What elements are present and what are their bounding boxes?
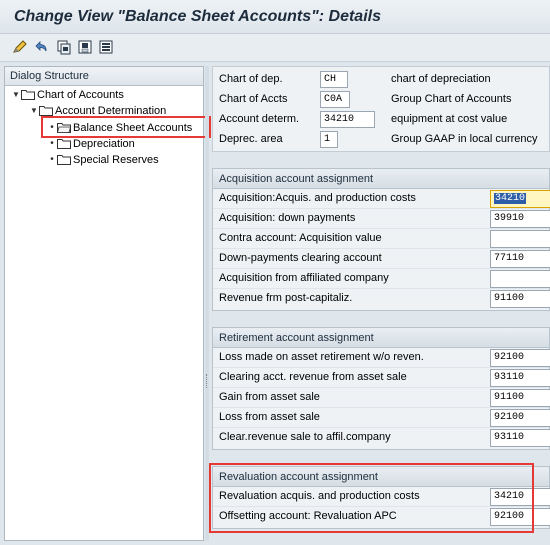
- dialog-structure-panel: Dialog Structure ▼ Chart of Accounts ▼ A…: [4, 66, 211, 541]
- group-title: Acquisition account assignment: [213, 169, 549, 189]
- bullet-icon: •: [50, 138, 54, 149]
- bullet-icon: •: [50, 122, 54, 133]
- splitter-grip[interactable]: [206, 374, 208, 388]
- window-title: Change View "Balance Sheet Accounts": De…: [14, 8, 381, 25]
- loss-asset-sale-input[interactable]: 92100: [490, 409, 550, 427]
- title-bar: Change View "Balance Sheet Accounts": De…: [0, 0, 550, 34]
- panel-splitter[interactable]: [205, 66, 209, 541]
- affiliated-company-input[interactable]: [490, 270, 550, 288]
- tree-node-label: Depreciation: [73, 137, 135, 150]
- field-label: Gain from asset sale: [219, 391, 320, 403]
- field-label: Loss from asset sale: [219, 411, 320, 423]
- tree-node-label: Chart of Accounts: [37, 88, 124, 101]
- acquisition-account-assignment-group: Acquisition account assignment Acquisiti…: [212, 168, 550, 311]
- revaluation-account-assignment-group: Revaluation account assignment Revaluati…: [212, 466, 550, 529]
- offsetting-account-input[interactable]: 92100: [490, 508, 550, 526]
- gain-asset-sale-input[interactable]: 91100: [490, 389, 550, 407]
- field-label: Contra account: Acquisition value: [219, 232, 382, 244]
- field-row: Offsetting account: Revaluation APC 9210…: [213, 507, 550, 527]
- field-description: Group Chart of Accounts: [391, 93, 512, 105]
- tree-node-special-reserves[interactable]: • Special Reserves: [47, 152, 159, 167]
- clearing-revenue-input[interactable]: 93110: [490, 369, 550, 387]
- folder-icon: [21, 89, 35, 100]
- field-label: Down-payments clearing account: [219, 252, 382, 264]
- contra-account-input[interactable]: [490, 230, 550, 248]
- edit-icon[interactable]: [12, 39, 28, 55]
- selected-value: 34210: [494, 193, 527, 204]
- tree-node-label: Account Determination: [55, 104, 167, 117]
- tree-node-account-determination[interactable]: ▼ Account Determination: [29, 103, 166, 118]
- field-row: Revenue frm post-capitaliz. 91100: [213, 289, 550, 309]
- field-label: Account determ.: [219, 113, 300, 125]
- bullet-icon: •: [50, 154, 54, 165]
- field-row: Contra account: Acquisition value: [213, 229, 550, 249]
- clear-revenue-affil-input[interactable]: 93110: [490, 429, 550, 447]
- field-label: Acquisition from affiliated company: [219, 272, 389, 284]
- field-row-deprec-area: Deprec. area 1 Group GAAP in local curre…: [213, 130, 550, 150]
- field-description: chart of depreciation: [391, 73, 491, 85]
- tree-node-label: Balance Sheet Accounts: [73, 121, 193, 134]
- field-row: Clear.revenue sale to affil.company 9311…: [213, 428, 550, 448]
- field-description: Group GAAP in local currency: [391, 133, 538, 145]
- field-row-chart-of-dep: Chart of dep. CH chart of depreciation: [213, 70, 550, 90]
- tree-node-depreciation[interactable]: • Depreciation: [47, 136, 135, 151]
- dialog-structure-title: Dialog Structure: [5, 67, 203, 86]
- tree-node-label: Special Reserves: [73, 153, 159, 166]
- field-row-account-determ: Account determ. 34210 equipment at cost …: [213, 110, 550, 130]
- application-toolbar: [0, 34, 550, 62]
- folder-icon: [39, 105, 53, 116]
- undo-icon[interactable]: [33, 39, 49, 55]
- chart-of-dep-field: CH: [320, 71, 348, 88]
- save-icon[interactable]: [77, 39, 93, 55]
- field-row: Down-payments clearing account 77110: [213, 249, 550, 269]
- field-label: Revenue frm post-capitaliz.: [219, 292, 353, 304]
- expand-arrow-icon[interactable]: ▼: [29, 106, 39, 115]
- list-icon[interactable]: [98, 39, 114, 55]
- field-label: Chart of Accts: [219, 93, 288, 105]
- expand-arrow-icon[interactable]: ▼: [11, 90, 21, 99]
- field-label: Acquisition: down payments: [219, 212, 356, 224]
- field-label: Revaluation acquis. and production costs: [219, 490, 420, 502]
- revenue-post-capitalization-input[interactable]: 91100: [490, 290, 550, 308]
- retirement-account-assignment-group: Retirement account assignment Loss made …: [212, 327, 550, 450]
- field-row: Acquisition: down payments 39910: [213, 209, 550, 229]
- group-title: Retirement account assignment: [213, 328, 549, 348]
- folder-open-icon: [57, 122, 71, 133]
- field-label: Deprec. area: [219, 133, 283, 145]
- field-label: Offsetting account: Revaluation APC: [219, 510, 397, 522]
- acquisition-production-costs-input[interactable]: 34210: [490, 190, 550, 208]
- field-description: equipment at cost value: [391, 113, 508, 125]
- field-row: Clearing acct. revenue from asset sale 9…: [213, 368, 550, 388]
- account-determ-field: 34210: [320, 111, 375, 128]
- down-payments-input[interactable]: 39910: [490, 210, 550, 228]
- field-label: Clearing acct. revenue from asset sale: [219, 371, 407, 383]
- field-row-chart-of-accts: Chart of Accts C0A Group Chart of Accoun…: [213, 90, 550, 110]
- header-fields: Chart of dep. CH chart of depreciation C…: [212, 66, 550, 152]
- chart-of-accts-field: C0A: [320, 91, 350, 108]
- field-row: Acquisition:Acquis. and production costs…: [213, 189, 550, 209]
- tree-node-chart-of-accounts[interactable]: ▼ Chart of Accounts: [11, 87, 124, 102]
- loss-retirement-input[interactable]: 92100: [490, 349, 550, 367]
- group-title: Revaluation account assignment: [213, 467, 549, 487]
- revaluation-costs-input[interactable]: 34210: [490, 488, 550, 506]
- field-row: Loss from asset sale 92100: [213, 408, 550, 428]
- field-label: Clear.revenue sale to affil.company: [219, 431, 391, 443]
- copy-icon[interactable]: [56, 39, 72, 55]
- deprec-area-field: 1: [320, 131, 338, 148]
- down-payments-clearing-input[interactable]: 77110: [490, 250, 550, 268]
- field-label: Loss made on asset retirement w/o reven.: [219, 351, 424, 363]
- folder-icon: [57, 154, 71, 165]
- field-row: Loss made on asset retirement w/o reven.…: [213, 348, 550, 368]
- field-row: Gain from asset sale 91100: [213, 388, 550, 408]
- folder-icon: [57, 138, 71, 149]
- field-row: Revaluation acquis. and production costs…: [213, 487, 550, 507]
- field-row: Acquisition from affiliated company: [213, 269, 550, 289]
- tree-node-balance-sheet-accounts[interactable]: • Balance Sheet Accounts: [47, 120, 192, 135]
- field-label: Chart of dep.: [219, 73, 283, 85]
- field-label: Acquisition:Acquis. and production costs: [219, 192, 416, 204]
